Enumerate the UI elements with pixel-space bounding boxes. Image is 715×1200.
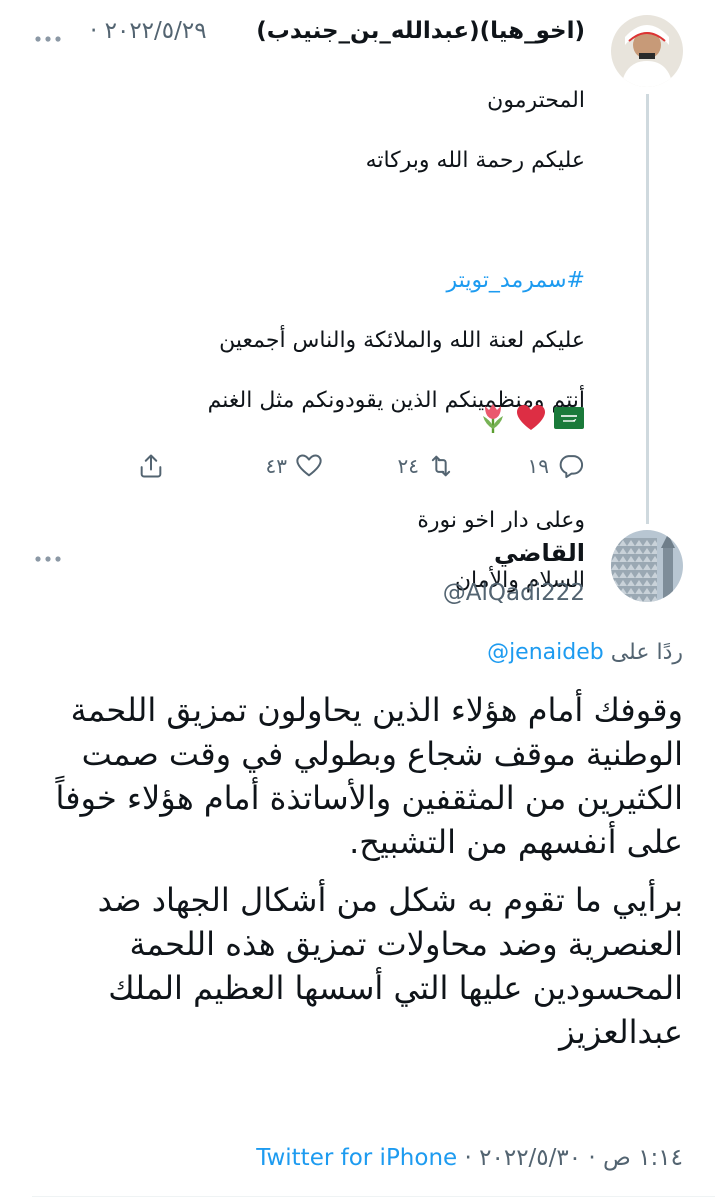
mention-link[interactable]: @jenaideb [487,640,604,665]
divider [32,1196,715,1197]
reply-icon [559,455,584,479]
display-name[interactable]: (اخو_هيا)(عبدالله_بن_جنيدب) [256,18,585,44]
reply-prefix: ردًا على [610,640,683,665]
retweet-action[interactable]: ٢٤ [398,452,455,480]
emoji-row [477,402,585,434]
client-link[interactable]: Twitter for iPhone [256,1145,457,1171]
tweet-paragraph: برأيي ما تقوم به شكل من أشكال الجهاد ضد … [97,881,683,1051]
tweet-line: وعلى دار اخو نورة [417,508,585,533]
saudi-flag-icon [553,402,585,434]
more-options-icon[interactable] [34,28,62,47]
like-action[interactable]: ٤٣ [266,452,323,480]
thread-connector-line [646,94,649,524]
display-name[interactable]: القاضي [494,539,585,567]
tweet-line: المحترمون [487,88,585,113]
more-options-icon[interactable] [34,548,62,567]
avatar[interactable] [611,15,683,87]
reply-action[interactable]: ١٩ [528,452,585,480]
share-action[interactable] [137,452,165,480]
reply-count: ١٩ [527,454,549,478]
tweet-line: عليكم لعنة الله والملائكة والناس أجمعين [219,328,585,353]
like-count: ٤٣ [265,454,287,478]
user-handle[interactable]: @AlQadi222 [443,580,585,606]
avatar[interactable] [611,530,683,602]
retweet-icon [431,455,451,477]
heart-icon [296,454,322,477]
share-icon [140,454,162,478]
tweet-text: وقوفك أمام هؤلاء الذين يحاولون تمزيق الل… [23,688,683,1068]
tweet-date[interactable]: · ٢٠٢٢/٥/٢٩ [90,18,207,44]
tweet-metadata: ١:١٤ ص · ٢٠٢٢/٥/٣٠ · Twitter for iPhone [256,1145,683,1171]
tweet-timestamp[interactable]: ١:١٤ ص · ٢٠٢٢/٥/٣٠ · [465,1145,683,1171]
tweet-paragraph: وقوفك أمام هؤلاء الذين يحاولون تمزيق الل… [55,691,683,861]
tulip-icon [477,402,509,434]
tweet-actions: ١٩ ٢٤ ٤٣ [135,452,585,486]
retweet-count: ٢٤ [397,454,419,478]
hashtag-link[interactable]: #سمرمد_تويتر [65,266,585,296]
tweet-line: عليكم رحمة الله وبركاته [365,148,585,173]
red-heart-icon [515,402,547,434]
replying-to: ردًا على @jenaideb [487,640,683,665]
